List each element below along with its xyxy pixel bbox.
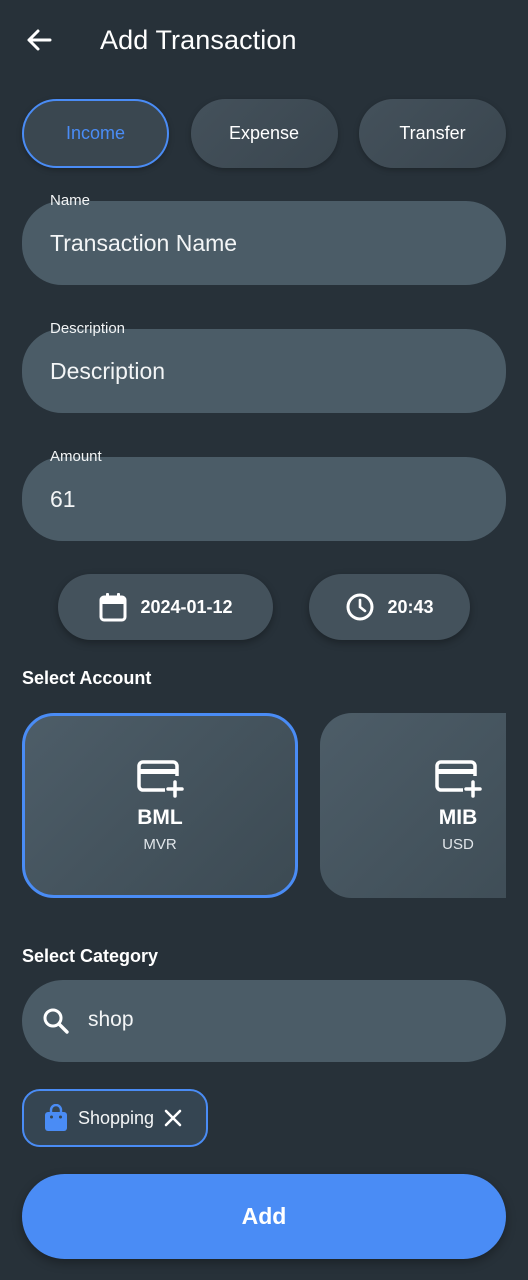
time-value: 20:43 (387, 596, 434, 617)
account-card-bml[interactable]: BML MVR (22, 713, 298, 898)
description-input[interactable] (50, 353, 470, 389)
shopping-bag-icon (45, 1104, 67, 1131)
amount-label: Amount (50, 448, 102, 465)
account-card-mib[interactable]: MIB USD (320, 713, 506, 898)
close-icon[interactable] (164, 1109, 182, 1127)
add-button[interactable]: Add (22, 1174, 506, 1259)
type-income-button[interactable]: Income (22, 99, 169, 168)
date-value: 2024-01-12 (140, 596, 233, 617)
amount-field (22, 457, 506, 541)
category-search-field (22, 980, 506, 1062)
type-transfer-button[interactable]: Transfer (359, 99, 506, 168)
chip-label: Shopping (78, 1107, 155, 1128)
card-plus-icon (137, 760, 184, 798)
account-name: BML (137, 806, 183, 829)
select-account-heading: Select Account (22, 668, 152, 688)
time-picker-button[interactable]: 20:43 (309, 574, 470, 640)
account-name: MIB (438, 806, 478, 829)
back-button[interactable] (22, 23, 56, 57)
transaction-type-selector: Income Expense Transfer (22, 99, 506, 168)
app-bar: Add Transaction (22, 18, 506, 62)
account-list[interactable]: BML MVR MIB USD (22, 713, 506, 898)
add-transaction-screen: Add Transaction Income Expense Transfer … (0, 0, 528, 1280)
description-field (22, 329, 506, 413)
account-currency: MVR (143, 836, 177, 853)
type-expense-button[interactable]: Expense (190, 99, 338, 168)
search-icon (43, 1008, 69, 1034)
account-currency: USD (442, 836, 474, 853)
name-input[interactable] (50, 225, 470, 261)
card-plus-icon (435, 760, 482, 798)
name-field (22, 201, 506, 285)
description-label: Description (50, 320, 126, 337)
clock-icon (346, 593, 374, 621)
name-label: Name (50, 192, 91, 209)
date-picker-button[interactable]: 2024-01-12 (58, 574, 273, 640)
category-search-input[interactable] (88, 1002, 468, 1038)
category-chip-shopping[interactable]: Shopping (22, 1089, 208, 1147)
amount-input[interactable] (50, 481, 470, 517)
select-category-heading: Select Category (22, 946, 159, 966)
arrow-left-icon (27, 29, 52, 51)
page-title: Add Transaction (100, 24, 297, 55)
calendar-icon (99, 593, 127, 622)
